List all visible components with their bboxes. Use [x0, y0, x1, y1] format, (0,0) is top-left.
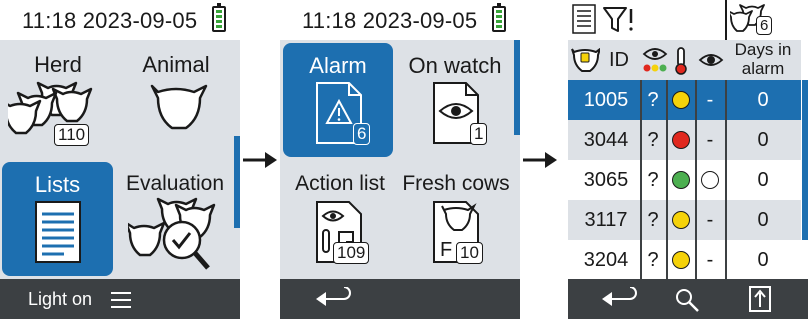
scrollbar[interactable]	[234, 136, 240, 228]
list-document-icon	[35, 201, 81, 263]
cell-watch: -	[706, 89, 714, 111]
tile-label: Action list	[295, 172, 385, 195]
cell-days: 0	[757, 209, 769, 231]
alarm-count-badge: 6	[353, 123, 371, 145]
cell-id: 3117	[584, 209, 628, 231]
tile-label: Fresh cows	[402, 172, 510, 195]
screen-lists-menu: 11:18 2023-09-05 Alarm 6 On watch 1 Acti…	[280, 0, 520, 319]
watch-indicator	[701, 171, 719, 189]
herd-count-badge: 110	[54, 124, 90, 146]
menu-area: Herd 110 Animal Lists Evaluation	[0, 40, 240, 279]
light-on-button[interactable]: Light on	[28, 289, 92, 310]
arrow-right-icon	[523, 152, 557, 168]
svg-text:F: F	[440, 239, 452, 261]
alarm-count-badge: 6	[756, 16, 773, 35]
tile-lists[interactable]: Lists	[2, 162, 113, 276]
tile-action-list[interactable]: Action list 109	[283, 162, 397, 276]
screen-alarm-list: 6 ID Days in alarm 1005 ? - 0 3044 ? - 0…	[568, 0, 808, 319]
cow-tag-icon	[571, 48, 600, 72]
footer-bar	[568, 279, 808, 319]
scrollbar[interactable]	[514, 40, 520, 135]
tile-fresh-cows[interactable]: Fresh cows F 10	[398, 162, 514, 276]
status-dot-yellow	[672, 211, 690, 229]
status-dot-yellow	[672, 91, 690, 109]
tile-label: Herd	[34, 52, 82, 77]
cell-id: 3204	[583, 249, 629, 271]
status-dot-green	[672, 171, 690, 189]
cell-unknown: ?	[647, 129, 659, 151]
status-bar: 11:18 2023-09-05	[280, 0, 520, 40]
cell-watch: -	[706, 209, 714, 231]
cell-days: 0	[757, 169, 769, 191]
menu-icon[interactable]	[110, 291, 132, 309]
lists-area: Alarm 6 On watch 1 Action list 109 Fresh…	[280, 40, 520, 279]
table-row[interactable]: 3117? - 0	[568, 200, 801, 240]
tile-label: Animal	[142, 52, 210, 77]
table-row[interactable]: 3204? - 0	[568, 240, 801, 280]
cell-watch: -	[706, 249, 714, 271]
column-divider	[666, 80, 668, 279]
arrow-right-icon	[243, 152, 277, 168]
status-dot-yellow	[672, 251, 690, 269]
filter-alert-icon[interactable]	[602, 6, 636, 34]
back-icon[interactable]	[600, 287, 640, 311]
thermometer-icon	[675, 47, 687, 75]
column-divider	[725, 80, 727, 279]
screen-main-menu: 11:18 2023-09-05 Herd 110 Animal Lists E…	[0, 0, 240, 319]
health-status-icon	[642, 48, 668, 72]
export-icon[interactable]	[748, 285, 772, 313]
tile-label: Alarm	[309, 53, 367, 78]
column-header-days[interactable]: Days in alarm	[730, 40, 796, 78]
clock: 11:18 2023-09-05	[22, 8, 198, 33]
clock: 11:18 2023-09-05	[302, 8, 478, 33]
battery-icon	[492, 3, 506, 32]
tile-animal[interactable]: Animal	[120, 42, 232, 156]
cell-days: 0	[757, 89, 769, 111]
column-divider	[640, 80, 642, 279]
tile-evaluation[interactable]: Evaluation	[120, 162, 230, 276]
cell-id: 1005	[583, 89, 629, 111]
action-list-count-badge: 109	[333, 242, 370, 264]
table-row[interactable]: 3044? - 0	[568, 120, 801, 160]
fresh-cows-count-badge: 10	[456, 242, 483, 264]
cell-days: 0	[757, 249, 769, 271]
footer-bar: Light on	[0, 279, 240, 319]
cow-head-icon	[150, 84, 208, 130]
table-row[interactable]: 3065? 0	[568, 160, 801, 200]
status-bar: 11:18 2023-09-05	[0, 0, 240, 40]
column-divider	[695, 80, 697, 279]
back-icon[interactable]	[314, 287, 354, 311]
table-header: ID Days in alarm	[568, 40, 801, 80]
tile-label: On watch	[408, 53, 502, 78]
status-divider	[725, 0, 727, 40]
status-bar: 6	[568, 0, 808, 40]
cell-unknown: ?	[647, 209, 659, 231]
tile-alarm[interactable]: Alarm 6	[283, 43, 393, 157]
search-icon[interactable]	[674, 287, 700, 313]
footer-bar	[280, 279, 520, 319]
tile-on-watch[interactable]: On watch 1	[398, 43, 512, 157]
evaluation-icon	[128, 197, 216, 270]
cell-id: 3044	[583, 129, 629, 151]
tile-herd[interactable]: Herd 110	[2, 42, 114, 156]
column-header-id[interactable]: ID	[602, 40, 636, 80]
cell-unknown: ?	[647, 89, 659, 111]
status-dot-red	[672, 131, 690, 149]
watch-eye-icon	[698, 54, 724, 66]
cell-unknown: ?	[647, 169, 659, 191]
battery-icon	[212, 3, 226, 32]
tile-label: Lists	[34, 172, 81, 197]
table-row[interactable]: 1005? - 0	[568, 80, 801, 120]
cell-watch: -	[706, 129, 714, 151]
cell-id: 3065	[583, 169, 629, 191]
tile-label: Evaluation	[125, 172, 225, 195]
cell-unknown: ?	[647, 249, 659, 271]
on-watch-count-badge: 1	[470, 123, 488, 145]
sort-icon[interactable]	[572, 4, 596, 34]
scrollbar[interactable]	[802, 80, 808, 240]
cell-days: 0	[757, 129, 769, 151]
